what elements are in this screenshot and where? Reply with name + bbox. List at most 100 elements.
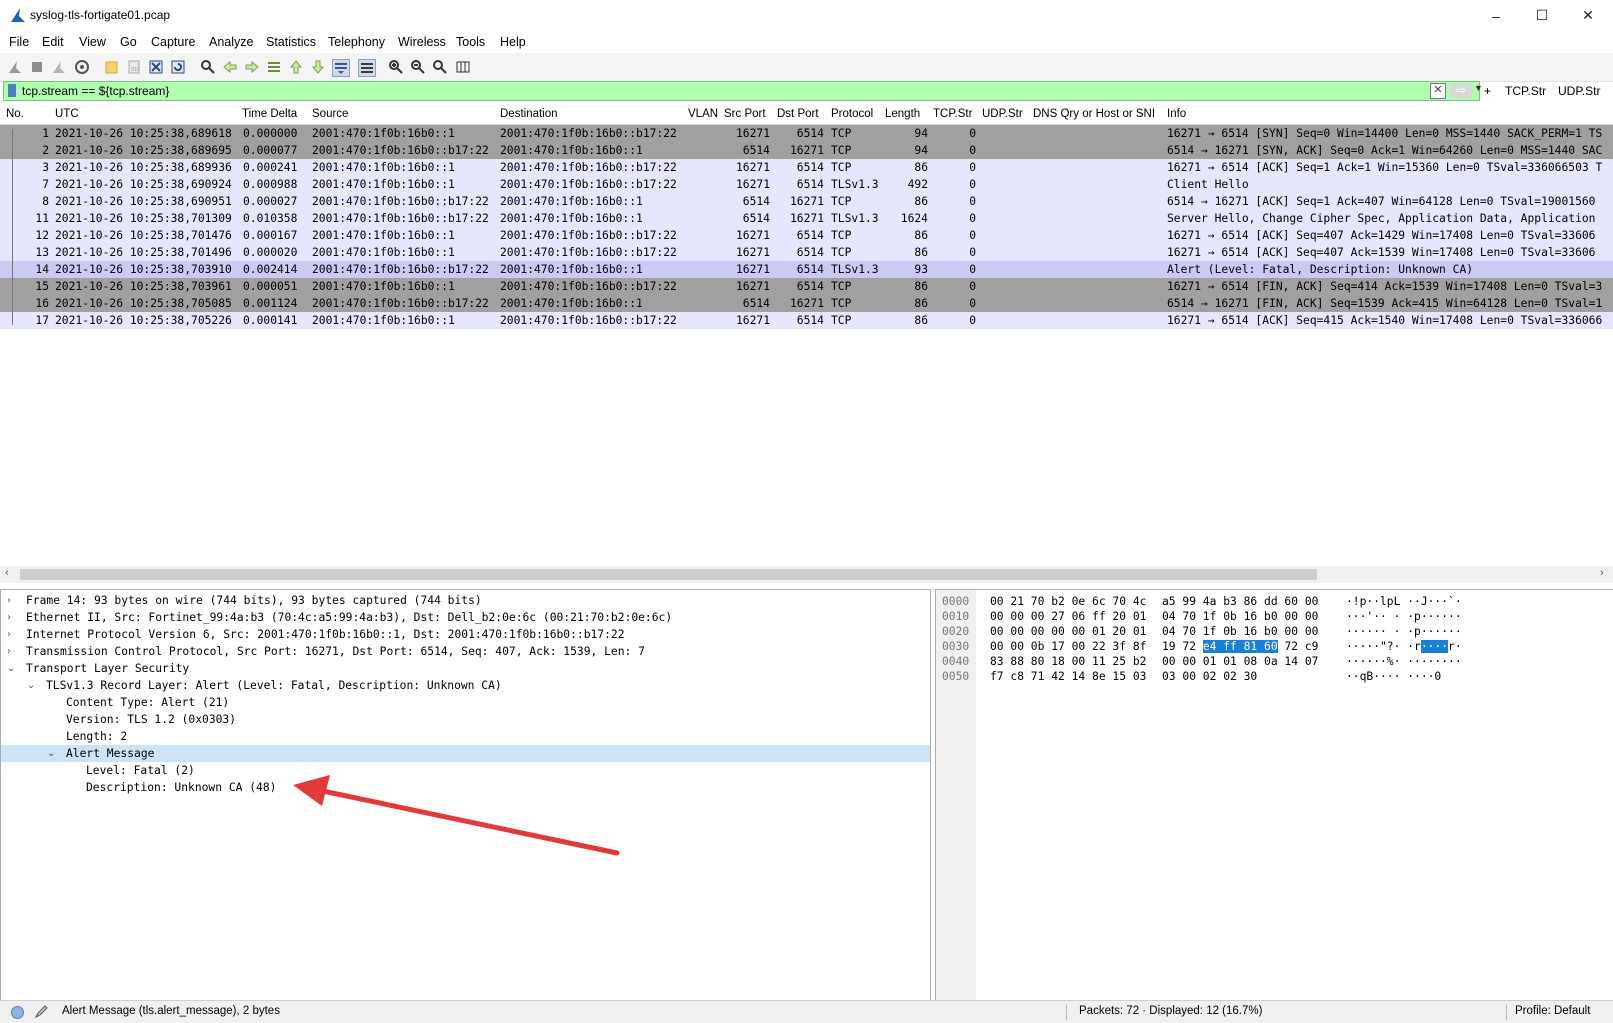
hex-bytes[interactable]: 00 00 00 27 06 ff 20 01 (990, 609, 1146, 624)
detail-row[interactable]: Description: Unknown CA (48) (1, 779, 930, 796)
menu-go[interactable]: Go (120, 35, 137, 49)
menu-view[interactable]: View (79, 35, 106, 49)
column-header-source[interactable]: Source (312, 108, 348, 120)
filter-bookmark-icon[interactable] (8, 84, 16, 97)
minimize-button[interactable]: – (1473, 0, 1519, 31)
go-back-icon[interactable] (222, 59, 238, 75)
apply-filter-icon[interactable]: ⇨ (1450, 84, 1472, 98)
collapse-chevron-down-icon[interactable]: ⌄ (47, 745, 55, 762)
save-file-icon[interactable]: 010 (126, 59, 142, 75)
detail-row[interactable]: ⌄ TLSv1.3 Record Layer: Alert (Level: Fat… (1, 677, 930, 694)
restart-capture-icon[interactable] (51, 59, 67, 75)
detail-row[interactable]: Length: 2 (1, 728, 930, 745)
menu-edit[interactable]: Edit (42, 35, 64, 49)
hex-bytes[interactable]: 19 72 e4 ff 81 60 72 c9 (1162, 639, 1318, 654)
menu-telephony[interactable]: Telephony (328, 35, 385, 49)
hex-bytes[interactable]: 00 21 70 b2 0e 6c 70 4c (990, 594, 1146, 609)
find-packet-icon[interactable] (200, 59, 216, 75)
menu-help[interactable]: Help (500, 35, 526, 49)
column-header-no[interactable]: No. (6, 108, 24, 120)
hex-bytes[interactable]: 03 00 02 02 30 (1162, 669, 1257, 684)
expand-chevron-right-icon[interactable]: › (7, 592, 11, 609)
capture-comment-icon[interactable] (34, 1004, 49, 1019)
close-file-icon[interactable] (148, 59, 164, 75)
collapse-chevron-down-icon[interactable]: ⌄ (27, 677, 35, 694)
reload-file-icon[interactable] (170, 59, 186, 75)
column-header-dst-port[interactable]: Dst Port (777, 108, 819, 120)
packet-row[interactable]: 17 2021-10-26 10:25:38,705226 0.000141 2001… (0, 312, 1613, 329)
scrollbar-thumb[interactable] (20, 569, 1317, 580)
packet-row[interactable]: 11 2021-10-26 10:25:38,701309 0.010358 2001… (0, 210, 1613, 227)
packet-list-hscrollbar[interactable]: ‹ › (0, 566, 1613, 583)
column-header-info[interactable]: Info (1167, 108, 1186, 120)
hex-ascii[interactable]: ···'·· · ·p······ (1346, 609, 1462, 624)
packet-row[interactable]: 2 2021-10-26 10:25:38,689695 0.000077 2001:… (0, 142, 1613, 159)
menu-file[interactable]: File (9, 35, 29, 49)
detail-row[interactable]: › Frame 14: 93 bytes on wire (744 bits), … (1, 592, 930, 609)
column-header-length[interactable]: Length (885, 108, 920, 120)
expand-chevron-right-icon[interactable]: › (7, 609, 11, 626)
packet-row[interactable]: 7 2021-10-26 10:25:38,690924 0.000988 2001:… (0, 176, 1613, 193)
auto-scroll-icon[interactable] (332, 59, 350, 77)
udp-str-filter-button[interactable]: UDP.Str (1558, 84, 1600, 98)
packet-row-selected[interactable]: 14 2021-10-26 10:25:38,703910 0.002414 2001… (0, 261, 1613, 278)
hex-ascii[interactable]: ··qB···· ····0 (1346, 669, 1441, 684)
filter-history-chevron-down-icon[interactable]: ▼ (1474, 83, 1483, 93)
go-first-packet-icon[interactable] (288, 59, 304, 75)
zoom-out-icon[interactable] (410, 59, 426, 75)
column-header-tcp-str[interactable]: TCP.Str (933, 108, 972, 120)
column-header-protocol[interactable]: Protocol (831, 108, 873, 120)
menu-statistics[interactable]: Statistics (266, 35, 316, 49)
stop-capture-icon[interactable] (29, 59, 45, 75)
status-profile[interactable]: Profile: Default (1515, 1005, 1590, 1017)
detail-row[interactable]: › Transmission Control Protocol, Src Port… (1, 643, 930, 660)
packet-row[interactable]: 15 2021-10-26 10:25:38,703961 0.000051 2001… (0, 278, 1613, 295)
zoom-reset-icon[interactable] (432, 59, 448, 75)
open-file-icon[interactable] (104, 59, 120, 75)
column-header-destination[interactable]: Destination (500, 108, 558, 120)
hex-bytes[interactable]: 83 88 80 18 00 11 25 b2 (990, 654, 1146, 669)
packet-row[interactable]: 13 2021-10-26 10:25:38,701496 0.000020 2001… (0, 244, 1613, 261)
column-header-src-port[interactable]: Src Port (724, 108, 766, 120)
scroll-left-icon[interactable]: ‹ (5, 567, 9, 579)
menu-capture[interactable]: Capture (151, 35, 195, 49)
detail-row[interactable]: › Ethernet II, Src: Fortinet_99:4a:b3 (70… (1, 609, 930, 626)
expert-info-icon[interactable] (10, 1005, 25, 1020)
expand-chevron-right-icon[interactable]: › (7, 626, 11, 643)
column-header-udp-str[interactable]: UDP.Str (982, 108, 1023, 120)
hex-bytes[interactable]: 00 00 0b 17 00 22 3f 8f (990, 639, 1146, 654)
hex-ascii[interactable]: ·····"?· ·r····r· (1346, 639, 1462, 654)
go-forward-icon[interactable] (244, 59, 260, 75)
detail-row[interactable]: Version: TLS 1.2 (0x0303) (1, 711, 930, 728)
column-header-time-delta[interactable]: Time Delta (242, 108, 297, 120)
hex-ascii[interactable]: ······ · ·p······ (1346, 624, 1462, 639)
go-to-packet-icon[interactable] (266, 59, 282, 75)
hex-bytes[interactable]: f7 c8 71 42 14 8e 15 03 (990, 669, 1146, 684)
capture-options-icon[interactable] (74, 59, 90, 75)
colorize-list-icon[interactable] (358, 59, 376, 77)
tcp-str-filter-button[interactable]: TCP.Str (1505, 84, 1546, 98)
display-filter-input[interactable] (22, 83, 1402, 99)
detail-row[interactable]: Content Type: Alert (21) (1, 694, 930, 711)
detail-row-selected[interactable]: ⌄ Alert Message (1, 745, 930, 762)
hex-ascii[interactable]: ······%· ········ (1346, 654, 1462, 669)
hex-bytes[interactable]: 00 00 01 01 08 0a 14 07 (1162, 654, 1318, 669)
packet-row[interactable]: 12 2021-10-26 10:25:38,701476 0.000167 2001… (0, 227, 1613, 244)
packet-row[interactable]: 3 2021-10-26 10:25:38,689936 0.000241 2001:… (0, 159, 1613, 176)
hex-bytes[interactable]: 04 70 1f 0b 16 b0 00 00 (1162, 609, 1318, 624)
clear-filter-icon[interactable]: ✕ (1430, 83, 1446, 99)
packet-row[interactable]: 16 2021-10-26 10:25:38,705085 0.001124 2001… (0, 295, 1613, 312)
collapse-chevron-down-icon[interactable]: ⌄ (7, 660, 15, 677)
zoom-in-icon[interactable] (388, 59, 404, 75)
shark-fin-start-icon[interactable] (7, 59, 23, 75)
scroll-right-icon[interactable]: › (1600, 567, 1604, 579)
packet-row[interactable]: 1 2021-10-26 10:25:38,689618 0.000000 2001:… (0, 125, 1613, 142)
detail-row[interactable]: ⌄ Transport Layer Security (1, 660, 930, 677)
hex-bytes[interactable]: a5 99 4a b3 86 dd 60 00 (1162, 594, 1318, 609)
menu-analyze[interactable]: Analyze (209, 35, 253, 49)
go-last-packet-icon[interactable] (310, 59, 326, 75)
menu-tools[interactable]: Tools (456, 35, 485, 49)
add-filter-button[interactable]: + (1484, 84, 1491, 98)
expand-chevron-right-icon[interactable]: › (7, 643, 11, 660)
column-header-vlan[interactable]: VLAN (688, 108, 718, 120)
